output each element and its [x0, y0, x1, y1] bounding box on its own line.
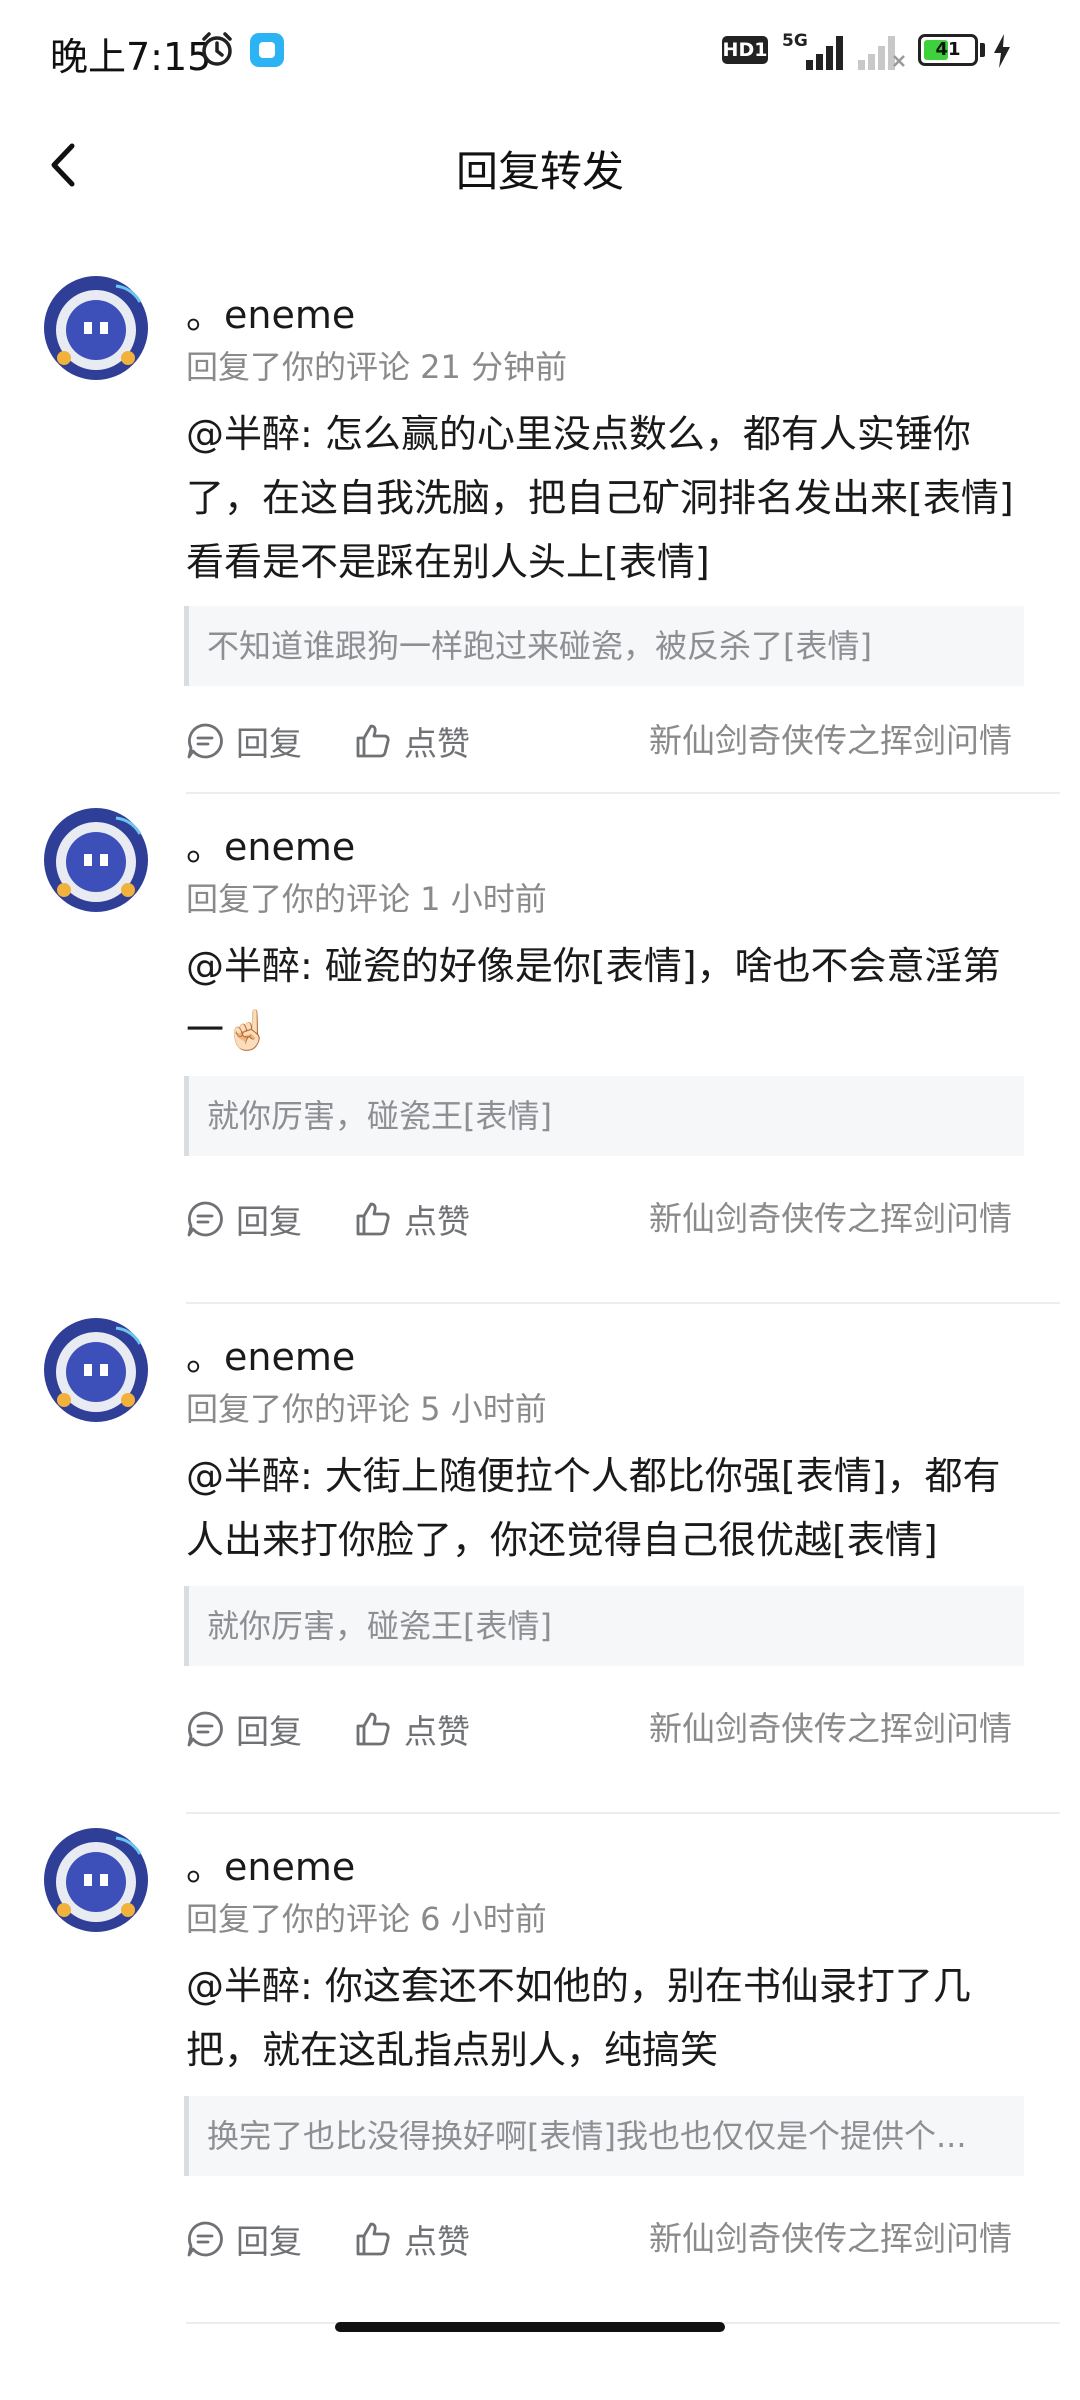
game-source-link[interactable]: 新仙剑奇侠传之挥剑问情: [649, 1194, 1012, 1244]
reply-body[interactable]: @半醉: 大街上随便拉个人都比你强[表情]，都有人出来打你脸了，你还觉得自己很优…: [186, 1444, 1026, 1572]
action-bar: 回复 点赞 新仙剑奇侠传之挥剑问情: [186, 1194, 1026, 1244]
comment-icon: [187, 2221, 223, 2257]
battery-tip: [980, 43, 985, 57]
reply-button[interactable]: 回复: [186, 1704, 302, 1754]
reply-button[interactable]: 回复: [186, 716, 302, 766]
like-label: 点赞: [404, 724, 470, 763]
alarm-icon: [202, 32, 232, 66]
reply-body[interactable]: @半醉: 你这套还不如他的，别在书仙录打了几把，就在这乱指点别人，纯搞笑: [186, 1954, 1026, 2082]
quoted-comment[interactable]: 不知道谁跟狗一样跑过来碰瓷，被反杀了[表情]: [184, 606, 1024, 686]
like-button[interactable]: 点赞: [354, 1704, 470, 1754]
avatar[interactable]: [42, 1316, 150, 1424]
user-name[interactable]: 。eneme: [186, 1326, 355, 1381]
like-label: 点赞: [404, 1202, 470, 1241]
avatar[interactable]: [42, 1826, 150, 1934]
reply-meta: 回复了你的评论 21 分钟前: [186, 348, 568, 386]
user-name[interactable]: 。eneme: [186, 1836, 355, 1891]
avatar[interactable]: [42, 806, 150, 914]
comment-icon: [187, 1711, 223, 1747]
avatar[interactable]: [42, 274, 150, 382]
user-name[interactable]: 。eneme: [186, 816, 355, 871]
app-notification-icon: [250, 33, 284, 67]
status-time: 晚上7:15: [50, 35, 212, 79]
comment-icon: [187, 723, 223, 759]
reply-meta: 回复了你的评论 1 小时前: [186, 880, 547, 918]
thumbs-up-icon: [356, 1712, 390, 1746]
like-button[interactable]: 点赞: [354, 2214, 470, 2264]
thumbs-up-icon: [356, 2222, 390, 2256]
game-source-link[interactable]: 新仙剑奇侠传之挥剑问情: [649, 716, 1012, 766]
reply-body[interactable]: @半醉: 怎么赢的心里没点数么，都有人实锤你了，在这自我洗脑，把自己矿洞排名发出…: [186, 402, 1026, 594]
quoted-comment[interactable]: 就你厉害，碰瓷王[表情]: [184, 1586, 1024, 1666]
reply-button[interactable]: 回复: [186, 1194, 302, 1244]
reply-meta: 回复了你的评论 6 小时前: [186, 1900, 547, 1938]
reply-button[interactable]: 回复: [186, 2214, 302, 2264]
user-name[interactable]: 。eneme: [186, 284, 355, 339]
action-bar: 回复 点赞 新仙剑奇侠传之挥剑问情: [186, 1704, 1026, 1754]
header: 回复转发: [0, 110, 1080, 220]
like-label: 点赞: [404, 2222, 470, 2261]
like-button[interactable]: 点赞: [354, 1194, 470, 1244]
charging-icon: [994, 34, 1010, 68]
reply-meta: 回复了你的评论 5 小时前: [186, 1390, 547, 1428]
battery-level: 41: [935, 39, 961, 60]
network-type: 5G: [782, 31, 808, 51]
like-label: 点赞: [404, 1712, 470, 1751]
game-source-link[interactable]: 新仙剑奇侠传之挥剑问情: [649, 2214, 1012, 2264]
reply-label: 回复: [236, 1712, 302, 1751]
list-item[interactable]: 。eneme 回复了你的评论 6 小时前 @半醉: 你这套还不如他的，别在书仙录…: [0, 1814, 1080, 2324]
signal-empty-icon: [858, 36, 905, 70]
quoted-comment[interactable]: 就你厉害，碰瓷王[表情]: [184, 1076, 1024, 1156]
list-item[interactable]: 。eneme 回复了你的评论 1 小时前 @半醉: 碰瓷的好像是你[表情]，啥也…: [0, 794, 1080, 1304]
page-title: 回复转发: [455, 147, 624, 196]
list-item[interactable]: 。eneme 回复了你的评论 21 分钟前 @半醉: 怎么赢的心里没点数么，都有…: [0, 262, 1080, 794]
reply-label: 回复: [236, 724, 302, 763]
list-item[interactable]: 。eneme 回复了你的评论 5 小时前 @半醉: 大街上随便拉个人都比你强[表…: [0, 1304, 1080, 1814]
reply-list: 。eneme 回复了你的评论 21 分钟前 @半醉: 怎么赢的心里没点数么，都有…: [0, 262, 1080, 2324]
reply-label: 回复: [236, 2222, 302, 2261]
battery-icon: 41: [918, 34, 978, 66]
thumbs-up-icon: [356, 1202, 390, 1236]
like-button[interactable]: 点赞: [354, 716, 470, 766]
home-indicator[interactable]: [335, 2322, 725, 2332]
reply-label: 回复: [236, 1202, 302, 1241]
comment-icon: [187, 1201, 223, 1237]
quoted-comment[interactable]: 换完了也比没得换好啊[表情]我也也仅仅是个提供个...: [184, 2096, 1024, 2176]
reply-body[interactable]: @半醉: 碰瓷的好像是你[表情]，啥也不会意淫第一☝🏻: [186, 934, 1026, 1062]
game-source-link[interactable]: 新仙剑奇侠传之挥剑问情: [649, 1704, 1012, 1754]
status-bar: 晚上7:15 HD1 5G 41: [0, 0, 1080, 110]
thumbs-up-icon: [356, 724, 390, 758]
signal-icon: 5G: [782, 31, 843, 70]
action-bar: 回复 点赞 新仙剑奇侠传之挥剑问情: [186, 2214, 1026, 2264]
hd-badge: HD1: [722, 36, 768, 64]
action-bar: 回复 点赞 新仙剑奇侠传之挥剑问情: [186, 716, 1026, 766]
